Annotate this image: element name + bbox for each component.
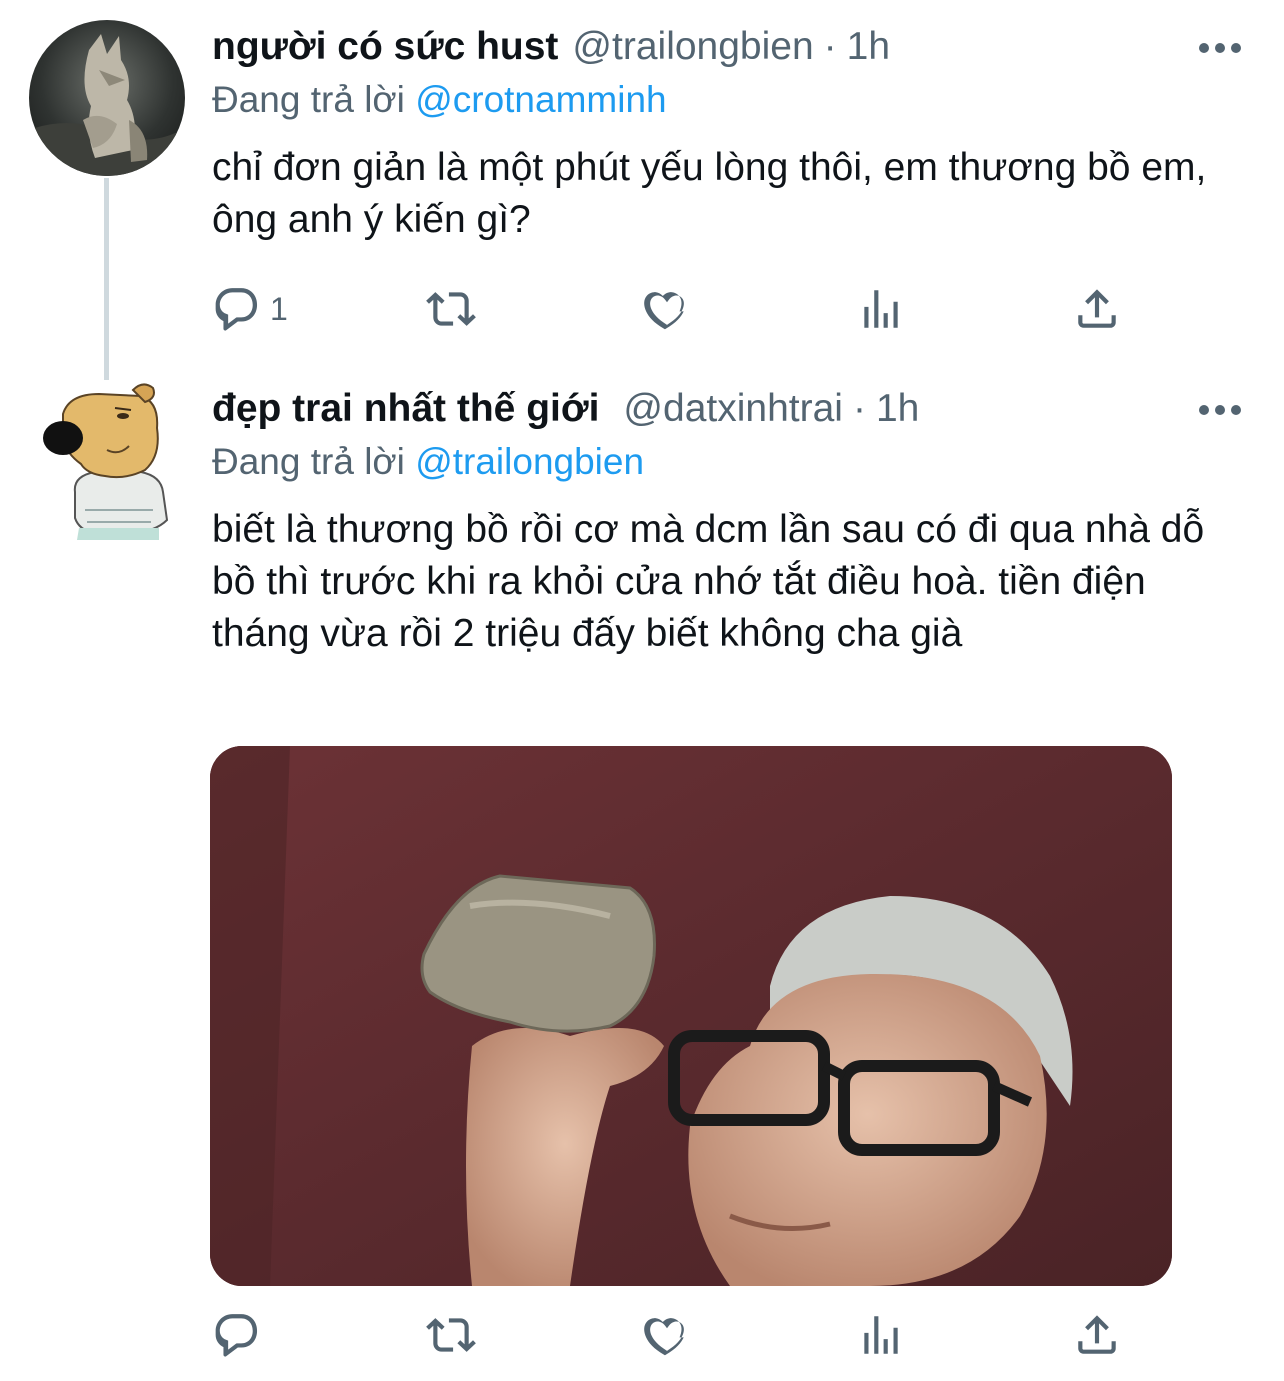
tweet-header: đẹp trai nhất thế giới @datxinhtrai · 1h [212,386,919,432]
views-icon [856,284,906,334]
reply-icon [212,284,262,334]
like-icon [642,284,692,334]
user-handle[interactable]: @datxinhtrai [623,387,843,430]
user-handle[interactable]: @trailongbien [572,25,813,68]
reply-count: 1 [270,290,288,327]
share-button[interactable] [1072,284,1122,334]
replying-to-mention[interactable]: @trailongbien [415,441,644,482]
tweet-text: biết là thương bồ rồi cơ mà dcm lần sau … [212,508,1205,655]
display-name[interactable]: đẹp trai nhất thế giới [212,387,599,430]
like-button[interactable] [642,284,692,334]
replying-prefix: Đang trả lời [212,79,405,120]
replying-to-line: Đang trả lời @crotnamminh [212,78,667,122]
replying-to-mention[interactable]: @crotnamminh [415,79,666,120]
tweet-text: chỉ đơn giản là một phút yếu lòng thôi, … [212,146,1207,241]
retweet-icon [426,284,476,334]
like-button[interactable] [642,1310,692,1360]
retweet-button[interactable] [426,284,476,334]
reply-tweet-2[interactable]: đẹp trai nhất thế giới @datxinhtrai · 1h Đa… [0,380,1284,1381]
display-name[interactable]: người có sức hust [212,25,558,68]
tweet-header: người có sức hust @trailongbien · 1h [212,24,890,70]
wolf-avatar-icon[interactable] [29,20,185,176]
replying-prefix: Đang trả lời [212,441,405,482]
cartoon-dog-avatar-icon[interactable] [29,380,189,540]
more-options-icon[interactable] [1198,398,1242,422]
action-bar [212,1310,1132,1360]
like-icon [642,1310,692,1360]
reply-button[interactable] [212,1310,270,1360]
thread-connector-line [104,178,109,380]
share-button[interactable] [1072,1310,1122,1360]
views-button[interactable] [856,1310,906,1360]
retweet-button[interactable] [426,1310,476,1360]
timestamp[interactable]: 1h [876,387,919,430]
man-holding-rock-photo-icon[interactable] [210,746,1172,1286]
views-button[interactable] [856,284,906,334]
separator-dot: · [823,25,837,68]
more-options-icon[interactable] [1198,36,1242,60]
retweet-icon [426,1310,476,1360]
replying-to-line: Đang trả lời @trailongbien [212,440,644,484]
reply-tweet-1[interactable]: người có sức hust @trailongbien · 1h Đang t… [0,0,1284,380]
separator-dot: · [852,387,866,430]
share-icon [1072,1310,1122,1360]
reply-icon [212,1310,262,1360]
reply-button[interactable]: 1 [212,284,288,334]
share-icon [1072,284,1122,334]
views-icon [856,1310,906,1360]
action-bar: 1 [212,284,1132,334]
timestamp[interactable]: 1h [847,25,890,68]
